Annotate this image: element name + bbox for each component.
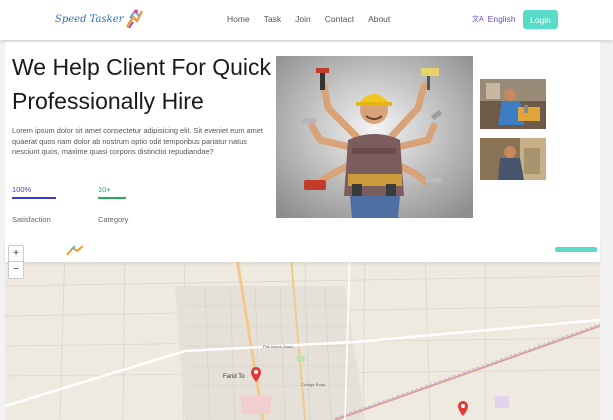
stat-value: 100% [12, 185, 32, 194]
brand-name: Speed Tasker [55, 13, 124, 25]
nav-contact[interactable]: Contact [325, 14, 354, 24]
language-label: English [487, 14, 516, 24]
mini-logo-icon [65, 244, 87, 262]
nav-task[interactable]: Task [264, 14, 281, 24]
stat-label: Category [98, 215, 129, 224]
zoom-in-button[interactable]: + [9, 246, 23, 262]
teal-button-edge[interactable] [555, 247, 597, 252]
hero-worker-image [276, 56, 473, 218]
thumbnail-worker-1[interactable] [480, 79, 546, 129]
language-selector[interactable]: 文A English [472, 14, 516, 24]
login-button[interactable]: Login [523, 10, 558, 29]
stat-satisfaction: 100% Satisfaction [12, 185, 56, 224]
map-place-label: Farid To [223, 374, 245, 380]
location-map[interactable]: Farid To Pak Attock Road College Road [5, 246, 600, 420]
zoom-out-button[interactable]: − [9, 262, 23, 277]
stat-category: 10+ Category [98, 185, 128, 224]
translate-icon: 文A [472, 16, 484, 23]
nav-join[interactable]: Join [295, 14, 311, 24]
stat-value: 10+ [98, 185, 111, 194]
nav-links: Home Task Join Contact About [227, 14, 404, 24]
stat-label: Satisfaction [12, 215, 51, 224]
map-zoom-control: + − [8, 245, 24, 279]
stat-bar [98, 197, 126, 199]
hero-title: We Help Client For Quick Professionally … [12, 54, 272, 114]
stat-bar [12, 197, 56, 199]
hero-paragraph: Lorem ipsum dolor sit amet consectetur a… [12, 126, 263, 156]
secondary-header-strip [5, 240, 600, 262]
thumbnail-worker-2[interactable] [480, 138, 546, 180]
top-navbar: Speed Tasker Home Task Join Contact Abou… [0, 0, 613, 40]
logo-figure-icon [126, 9, 144, 29]
map-road-label: College Road [301, 382, 325, 387]
brand-logo[interactable]: Speed Tasker [55, 8, 145, 30]
map-road-label: Pak Attock Road [263, 344, 293, 349]
nav-home[interactable]: Home [227, 14, 250, 24]
nav-about[interactable]: About [368, 14, 390, 24]
